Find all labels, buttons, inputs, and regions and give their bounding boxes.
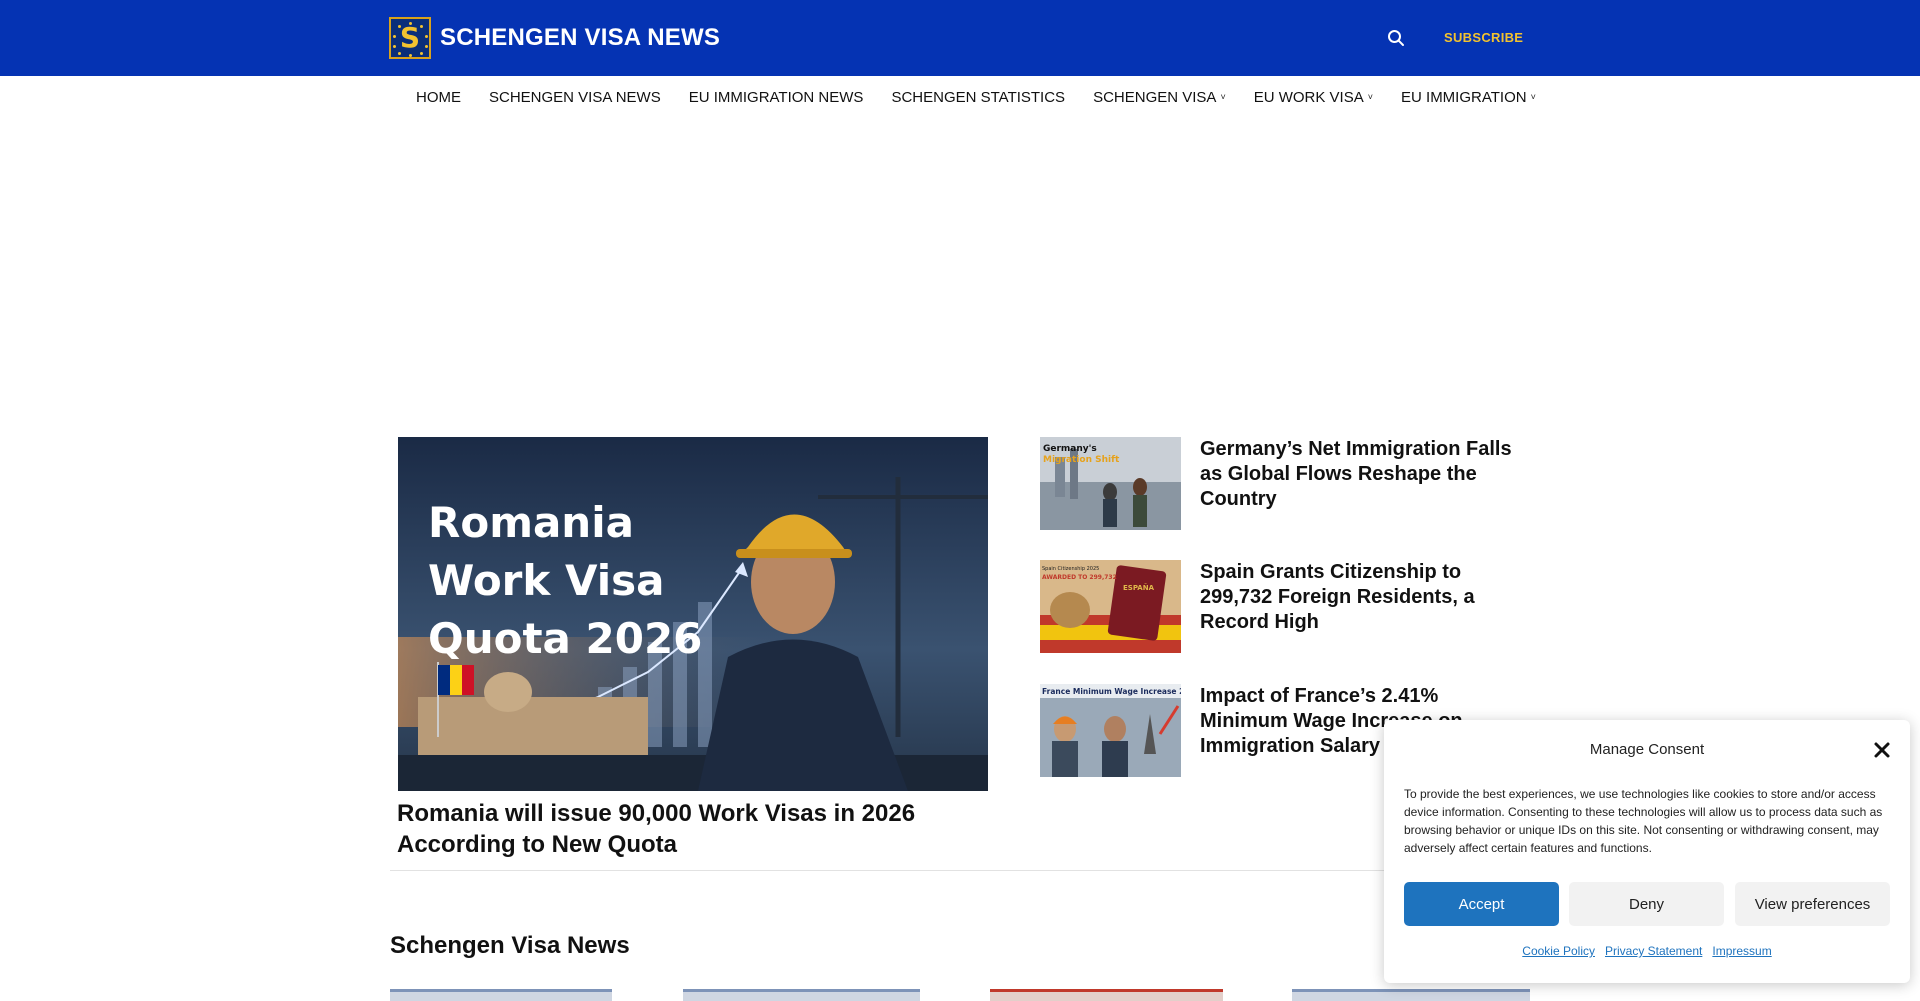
subscribe-link[interactable]: SUBSCRIBE <box>1444 30 1523 45</box>
consent-links: Cookie Policy Privacy Statement Impressu… <box>1384 944 1910 958</box>
nav-item-schengen-visa[interactable]: SCHENGEN VISA ˅ <box>1093 89 1226 106</box>
article-card[interactable] <box>390 989 612 1001</box>
site-logo: S <box>389 17 431 59</box>
article-card[interactable] <box>990 989 1223 1001</box>
thumb-text: France Minimum Wage Increase 2026 <box>1042 687 1181 696</box>
article-thumbnail: ESPAÑA Spain Citizenship 2025 AWARDED TO… <box>1040 560 1181 653</box>
side-article-title[interactable]: Germany’s Net Immigration Falls as Globa… <box>1200 437 1530 512</box>
cookie-policy-link[interactable]: Cookie Policy <box>1522 944 1595 958</box>
nav-item-label: SCHENGEN VISA <box>1093 88 1217 106</box>
article-card[interactable] <box>1292 989 1530 1001</box>
nav-item-label: EU IMMIGRATION NEWS <box>688 88 864 106</box>
side-article-title[interactable]: Spain Grants Citizenship to 299,732 Fore… <box>1200 560 1530 635</box>
section-heading: Schengen Visa News <box>390 932 630 959</box>
nav-item-label: EU WORK VISA <box>1253 88 1364 106</box>
featured-image-line-1: Romania <box>428 498 634 547</box>
nav-item-label: HOME <box>416 88 461 106</box>
nav-item-label: SCHENGEN STATISTICS <box>891 88 1066 106</box>
nav-item-home[interactable]: HOME <box>416 89 461 106</box>
side-article[interactable]: Germany's Migration Shift Germany’s Net … <box>1040 437 1520 531</box>
article-thumbnail: France Minimum Wage Increase 2026 <box>1040 684 1181 777</box>
section-divider <box>390 870 1530 871</box>
nav-item-label: SCHENGEN VISA NEWS <box>489 88 661 106</box>
close-icon[interactable] <box>1870 738 1894 762</box>
site-header: S SCHENGEN VISA NEWS SUBSCRIBE <box>0 0 1920 76</box>
article-thumbnail: Germany's Migration Shift <box>1040 437 1181 530</box>
featured-article-title[interactable]: Romania will issue 90,000 Work Visas in … <box>397 798 997 860</box>
side-article[interactable]: ESPAÑA Spain Citizenship 2025 AWARDED TO… <box>1040 560 1520 654</box>
impressum-link[interactable]: Impressum <box>1712 944 1771 958</box>
article-card[interactable] <box>683 989 920 1001</box>
featured-image-line-3: Quota 2026 <box>428 614 702 663</box>
view-preferences-button[interactable]: View preferences <box>1735 882 1890 926</box>
nav-item-schengen-visa-news[interactable]: SCHENGEN VISA NEWS <box>489 89 661 106</box>
thumb-text: Germany's <box>1043 444 1097 454</box>
nav-item-schengen-statistics[interactable]: SCHENGEN STATISTICS <box>891 89 1065 106</box>
nav-item-eu-immigration[interactable]: EU IMMIGRATION ˅ <box>1401 89 1536 106</box>
thumb-text: Spain Citizenship 2025 <box>1042 566 1099 572</box>
site-brand[interactable]: S SCHENGEN VISA NEWS <box>389 17 720 59</box>
chevron-down-icon: ˅ <box>1530 92 1536 102</box>
site-title[interactable]: SCHENGEN VISA NEWS <box>440 24 720 52</box>
nav-item-eu-work-visa[interactable]: EU WORK VISA ˅ <box>1254 89 1373 106</box>
nav-item-eu-immigration-news[interactable]: EU IMMIGRATION NEWS <box>689 89 864 106</box>
search-icon[interactable] <box>1386 28 1406 48</box>
consent-title: Manage Consent <box>1589 741 1705 758</box>
accept-button[interactable]: Accept <box>1404 882 1559 926</box>
chevron-down-icon: ˅ <box>1220 92 1226 102</box>
thumb-text: AWARDED TO 299,732 <box>1042 574 1117 581</box>
main-nav: HOME SCHENGEN VISA NEWS EU IMMIGRATION N… <box>416 86 1564 108</box>
deny-button[interactable]: Deny <box>1569 882 1724 926</box>
featured-image-line-2: Work Visa <box>428 556 664 605</box>
chevron-down-icon: ˅ <box>1367 92 1374 102</box>
nav-item-label: EU IMMIGRATION <box>1401 88 1527 106</box>
privacy-statement-link[interactable]: Privacy Statement <box>1605 944 1702 958</box>
thumb-text: ESPAÑA <box>1123 583 1155 592</box>
featured-article-image[interactable]: Romania Work Visa Quota 2026 <box>398 437 988 791</box>
consent-dialog: Manage Consent To provide the best exper… <box>1384 720 1910 983</box>
consent-description: To provide the best experiences, we use … <box>1404 787 1883 855</box>
thumb-text: Migration Shift <box>1043 455 1120 465</box>
logo-letter: S <box>399 21 421 54</box>
